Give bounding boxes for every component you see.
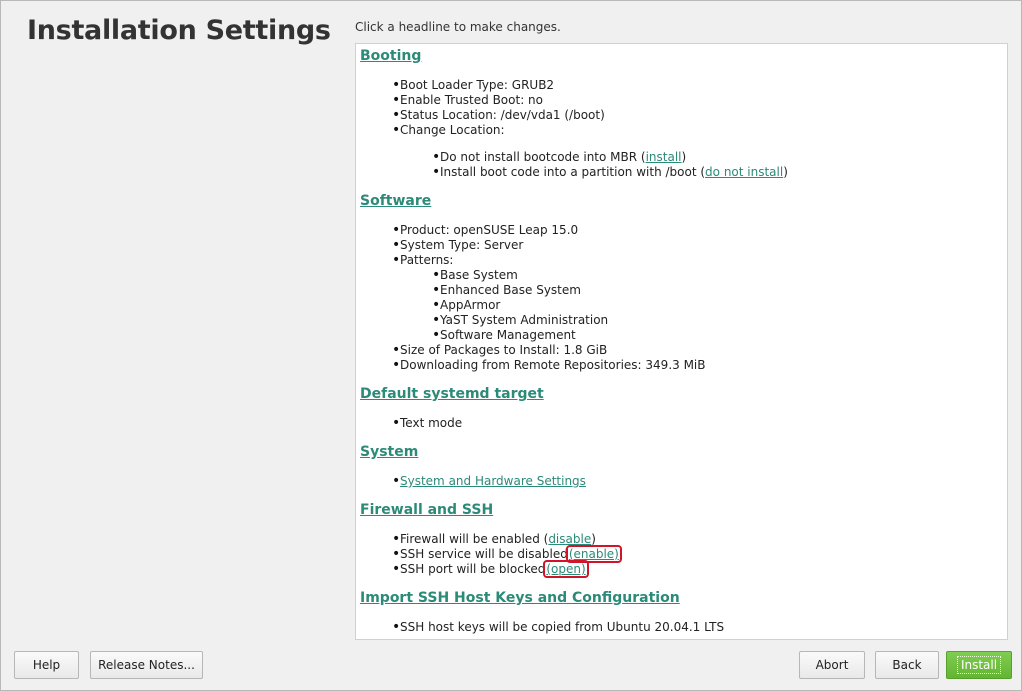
partition-option-close: ): [783, 165, 788, 179]
firewall-ssh-headline[interactable]: Firewall and SSH: [360, 502, 493, 518]
release-notes-button[interactable]: Release Notes...: [90, 651, 203, 679]
ssh-port-open-highlight: (open): [543, 560, 589, 578]
pattern-item: Enhanced Base System: [432, 282, 581, 298]
installation-summary: Booting Boot Loader Type: GRUB2 Enable T…: [355, 43, 1008, 640]
abort-button-label: Abort: [815, 658, 849, 672]
pattern-item: YaST System Administration: [432, 312, 608, 328]
mbr-option-text: Do not install bootcode into MBR (: [440, 150, 646, 164]
system-hardware-settings-link[interactable]: System and Hardware Settings: [400, 474, 586, 488]
status-location: Status Location: /dev/vda1 (/boot): [392, 107, 605, 123]
system-headline[interactable]: System: [360, 444, 418, 460]
patterns-label: Patterns:: [392, 252, 454, 268]
mbr-option: Do not install bootcode into MBR (instal…: [432, 149, 687, 165]
firewall-disable-link[interactable]: disable: [548, 532, 591, 546]
systemd-mode: Text mode: [392, 415, 462, 431]
ssh-host-keys-info: SSH host keys will be copied from Ubuntu…: [392, 619, 724, 635]
firewall-status-text: Firewall will be enabled (: [400, 532, 549, 546]
instruction-text: Click a headline to make changes.: [355, 20, 561, 34]
installer-window: Installation Settings Click a headline t…: [0, 0, 1022, 691]
booting-headline[interactable]: Booting: [360, 48, 421, 64]
pattern-item: Base System: [432, 267, 518, 283]
back-button[interactable]: Back: [875, 651, 939, 679]
help-button[interactable]: Help: [14, 651, 79, 679]
mbr-option-close: ): [681, 150, 687, 164]
ssh-host-keys-headline[interactable]: Import SSH Host Keys and Configuration: [360, 590, 680, 606]
pattern-item: AppArmor: [432, 297, 500, 313]
ssh-enable-highlight: (enable): [565, 545, 622, 563]
pattern-item: Software Management: [432, 327, 576, 343]
install-button-label: Install: [956, 656, 1002, 674]
package-size: Size of Packages to Install: 1.8 GiB: [392, 342, 607, 358]
release-notes-button-label: Release Notes...: [98, 658, 195, 672]
ssh-port-text: SSH port will be blocked: [400, 562, 546, 576]
page-title: Installation Settings: [27, 15, 331, 46]
download-size: Downloading from Remote Repositories: 34…: [392, 357, 705, 373]
abort-button[interactable]: Abort: [799, 651, 865, 679]
firewall-status-close: ): [591, 532, 596, 546]
partition-do-not-install-link[interactable]: do not install: [705, 165, 783, 179]
ssh-port-status: SSH port will be blocked(open): [392, 560, 589, 578]
mbr-install-link[interactable]: install: [646, 150, 682, 164]
system-type: System Type: Server: [392, 237, 523, 253]
software-headline[interactable]: Software: [360, 193, 431, 209]
product: Product: openSUSE Leap 15.0: [392, 222, 578, 238]
back-button-label: Back: [892, 658, 922, 672]
partition-option-text: Install boot code into a partition with …: [440, 165, 706, 179]
system-settings-item: System and Hardware Settings: [392, 473, 586, 489]
ssh-service-text: SSH service will be disabled: [400, 547, 568, 561]
help-button-label: Help: [32, 658, 61, 672]
change-location: Change Location:: [392, 122, 505, 138]
firewall-status: Firewall will be enabled (disable): [392, 531, 596, 547]
boot-loader-type: Boot Loader Type: GRUB2: [392, 77, 554, 93]
install-button[interactable]: Install: [946, 651, 1012, 679]
trusted-boot: Enable Trusted Boot: no: [392, 92, 543, 108]
partition-option: Install boot code into a partition with …: [432, 164, 788, 180]
ssh-port-open-link[interactable]: (open): [546, 562, 585, 576]
ssh-service-status: SSH service will be disabled(enable): [392, 545, 622, 563]
ssh-enable-link[interactable]: (enable): [569, 547, 619, 561]
systemd-target-headline[interactable]: Default systemd target: [360, 386, 544, 402]
